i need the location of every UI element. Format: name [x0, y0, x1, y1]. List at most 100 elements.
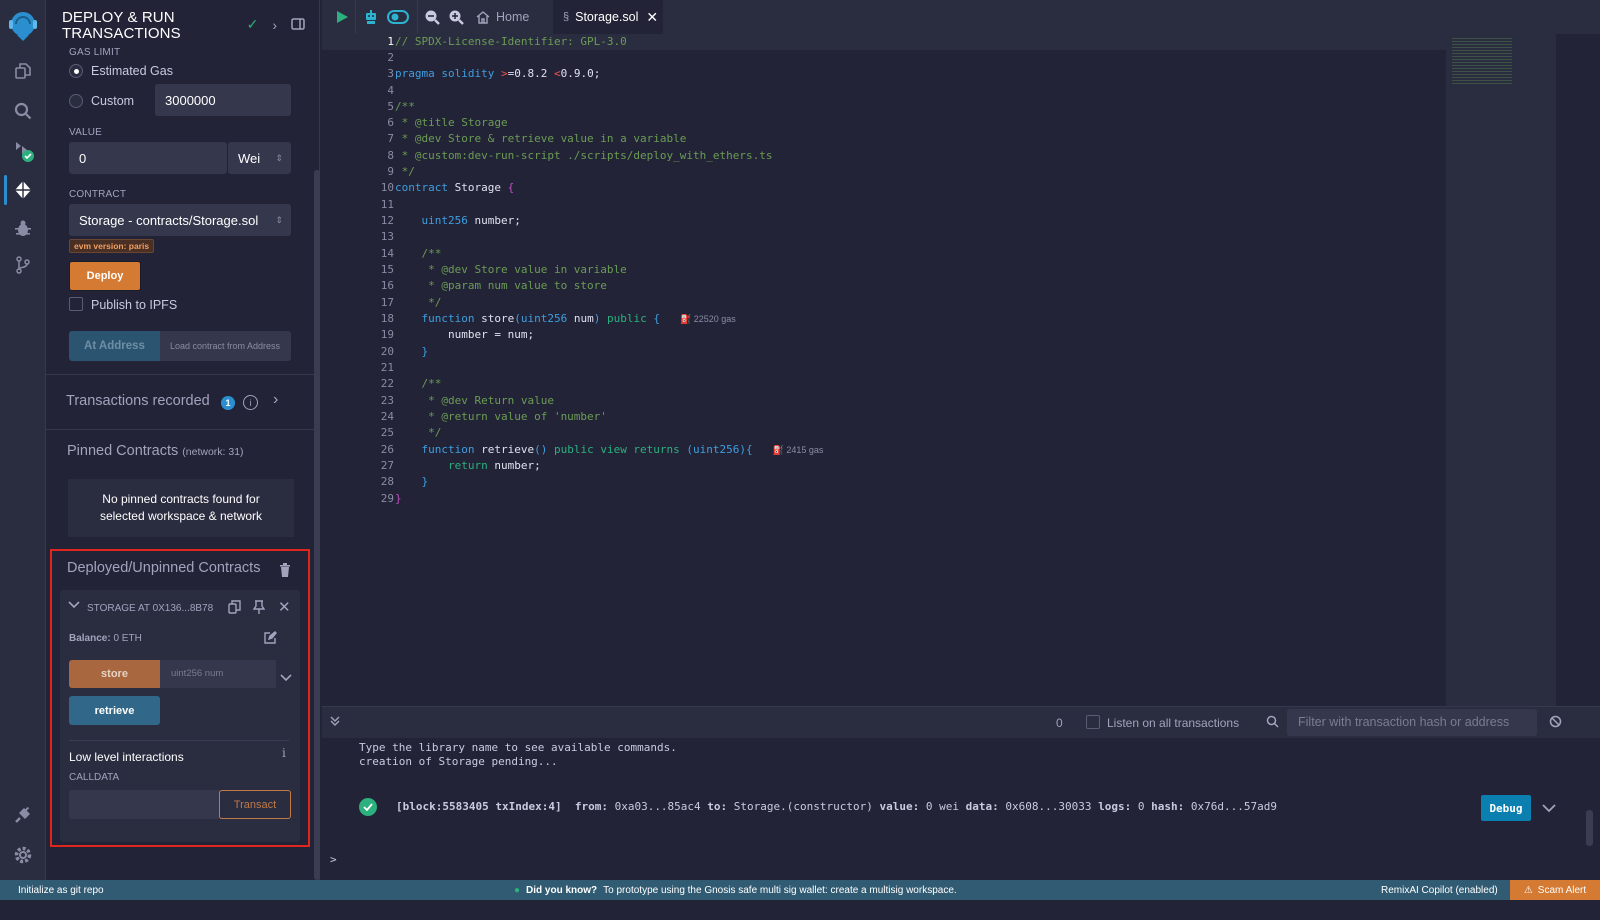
gas-value: 22520 gas — [693, 314, 736, 324]
tx-filter-input[interactable]: Filter with transaction hash or address — [1287, 709, 1537, 736]
value-unit-select[interactable]: Wei ⇕ — [228, 142, 291, 174]
ai-robot-icon[interactable] — [364, 0, 378, 34]
line-number: 8 — [387, 149, 394, 162]
code-token: return — [395, 459, 488, 472]
scam-alert-label: Scam Alert — [1537, 884, 1587, 896]
line-number: 3 — [387, 67, 394, 80]
debug-button[interactable]: Debug — [1481, 795, 1531, 821]
info-icon[interactable]: i — [243, 395, 258, 410]
minimap[interactable] — [1446, 34, 1556, 706]
scam-alert-button[interactable]: ⚠ Scam Alert — [1510, 880, 1600, 900]
tab-home-label: Home — [496, 10, 530, 24]
custom-gas-input[interactable]: 3000000 — [155, 84, 291, 116]
terminal[interactable]: Type the library name to see available c… — [322, 738, 1600, 878]
code-line: uint256 number; — [395, 214, 520, 227]
code-token: > — [500, 67, 508, 80]
home-icon — [476, 11, 490, 24]
tx-block: [block:5583405 txIndex:4] — [396, 800, 562, 813]
code-token: public — [600, 312, 654, 325]
estimated-gas-radio[interactable] — [69, 64, 83, 78]
remix-logo-icon[interactable] — [0, 6, 46, 46]
code-token: { — [653, 312, 660, 325]
terminal-prompt[interactable]: > — [330, 853, 337, 866]
clear-console-icon[interactable] — [1549, 715, 1562, 733]
code-line: */ — [395, 296, 442, 309]
transactions-recorded-label[interactable]: Transactions recorded — [66, 393, 210, 409]
code-line: */ — [395, 165, 415, 178]
settings-icon[interactable] — [0, 838, 46, 872]
pinned-empty-line1: No pinned contracts found for — [102, 492, 260, 506]
contract-select[interactable]: Storage - contracts/Storage.sol ⇕ — [69, 204, 291, 236]
tx-data-label: data: — [965, 800, 999, 813]
code-line: function store(uint256 num) public {⛽ 22… — [395, 312, 736, 325]
code-line: number = num; — [395, 328, 535, 341]
contract-selected-label: Storage - contracts/Storage.sol — [79, 212, 259, 228]
pinned-empty-message: No pinned contracts found for selected w… — [68, 479, 294, 537]
debugger-icon[interactable] — [0, 212, 46, 246]
custom-gas-radio[interactable] — [69, 94, 83, 108]
file-explorer-icon[interactable] — [0, 54, 46, 88]
run-icon[interactable] — [336, 0, 349, 34]
zoom-out-icon[interactable] — [424, 0, 440, 34]
code-line: * @title Storage — [395, 116, 508, 129]
code-token: function — [395, 443, 475, 456]
tip-text: To prototype using the Gnosis safe multi… — [603, 884, 957, 896]
value-input[interactable]: 0 — [69, 142, 227, 174]
plugin-manager-icon[interactable] — [0, 798, 46, 832]
search-icon[interactable] — [0, 94, 46, 128]
pinned-network-text: (network: 31) — [182, 446, 244, 458]
remixai-copilot-status[interactable]: RemixAI Copilot (enabled) — [1381, 885, 1498, 896]
git-icon[interactable] — [0, 248, 46, 282]
code-line: * @custom:dev-run-script ./scripts/deplo… — [395, 149, 773, 162]
tx-hash-label: hash: — [1151, 800, 1185, 813]
line-number: 5 — [387, 100, 394, 113]
pinned-title-text: Pinned Contracts — [67, 443, 179, 459]
select-arrows-icon: ⇕ — [275, 152, 283, 163]
collapse-terminal-icon[interactable] — [330, 715, 340, 730]
gas-estimate: ⛽ 2415 gas — [773, 445, 824, 455]
zoom-in-icon[interactable] — [448, 0, 464, 34]
panel-toggle-icon[interactable] — [291, 17, 305, 33]
panel-scrollbar[interactable] — [314, 170, 320, 880]
editor-tabs: Home § Storage.sol ✕ — [322, 0, 1600, 34]
code-editor[interactable]: 1 2 3 4 5 6 7 8 9 10 11 12 13 14 15 16 17 18 19 20 21 22 23 24 2… — [322, 34, 1446, 706]
gas-pump-icon: ⛽ — [772, 445, 784, 455]
tab-storage-sol[interactable]: § Storage.sol ✕ — [553, 0, 663, 34]
listen-all-checkbox[interactable] — [1086, 715, 1100, 729]
toggle-icon[interactable] — [387, 0, 409, 34]
transactions-count-badge: 1 — [221, 396, 235, 410]
publish-ipfs-checkbox[interactable] — [69, 297, 83, 311]
editor-scrollbar[interactable] — [1556, 34, 1600, 706]
line-number: 28 — [380, 475, 394, 488]
chevron-right-icon[interactable]: › — [272, 17, 277, 33]
custom-gas-label: Custom — [91, 94, 135, 108]
tab-home[interactable]: Home — [476, 0, 529, 34]
code-line: /** — [395, 100, 415, 113]
code-line: } — [395, 475, 429, 488]
close-tab-icon[interactable]: ✕ — [646, 9, 658, 26]
tip-title: Did you know? — [526, 884, 598, 896]
line-number: 15 — [380, 263, 394, 276]
expand-tx-chevron-icon[interactable] — [1542, 803, 1556, 816]
tx-log-line[interactable]: [block:5583405 txIndex:4] from: 0xa03...… — [396, 800, 1277, 813]
minimap-preview — [1452, 36, 1512, 86]
init-git-repo-link[interactable]: Initialize as git repo — [18, 885, 104, 896]
line-number: 13 — [380, 230, 394, 243]
pinned-contracts-title: Pinned Contracts (network: 31) — [67, 443, 244, 459]
chevron-right-icon[interactable]: › — [273, 391, 278, 409]
solidity-compiler-icon[interactable] — [0, 134, 46, 168]
editor: Home § Storage.sol ✕ 1 2 3 4 5 6 7 8 9 10 11 12 13 14… — [322, 0, 1600, 706]
line-number: 25 — [380, 426, 394, 439]
tx-to: Storage.(constructor) — [733, 800, 873, 813]
tx-data: 0x608...30033 — [1005, 800, 1092, 813]
code-token: contract — [395, 181, 448, 194]
code-token: store — [474, 312, 515, 325]
terminal-scrollbar[interactable] — [1586, 810, 1593, 846]
tx-value: 0 wei — [925, 800, 959, 813]
at-address-button[interactable]: At Address — [69, 331, 160, 361]
deploy-run-icon[interactable] — [0, 173, 46, 207]
gas-pump-icon: ⛽ — [679, 314, 692, 324]
at-address-input[interactable]: Load contract from Address — [160, 331, 291, 361]
deploy-button[interactable]: Deploy — [69, 261, 141, 291]
code-line: } — [395, 492, 402, 505]
